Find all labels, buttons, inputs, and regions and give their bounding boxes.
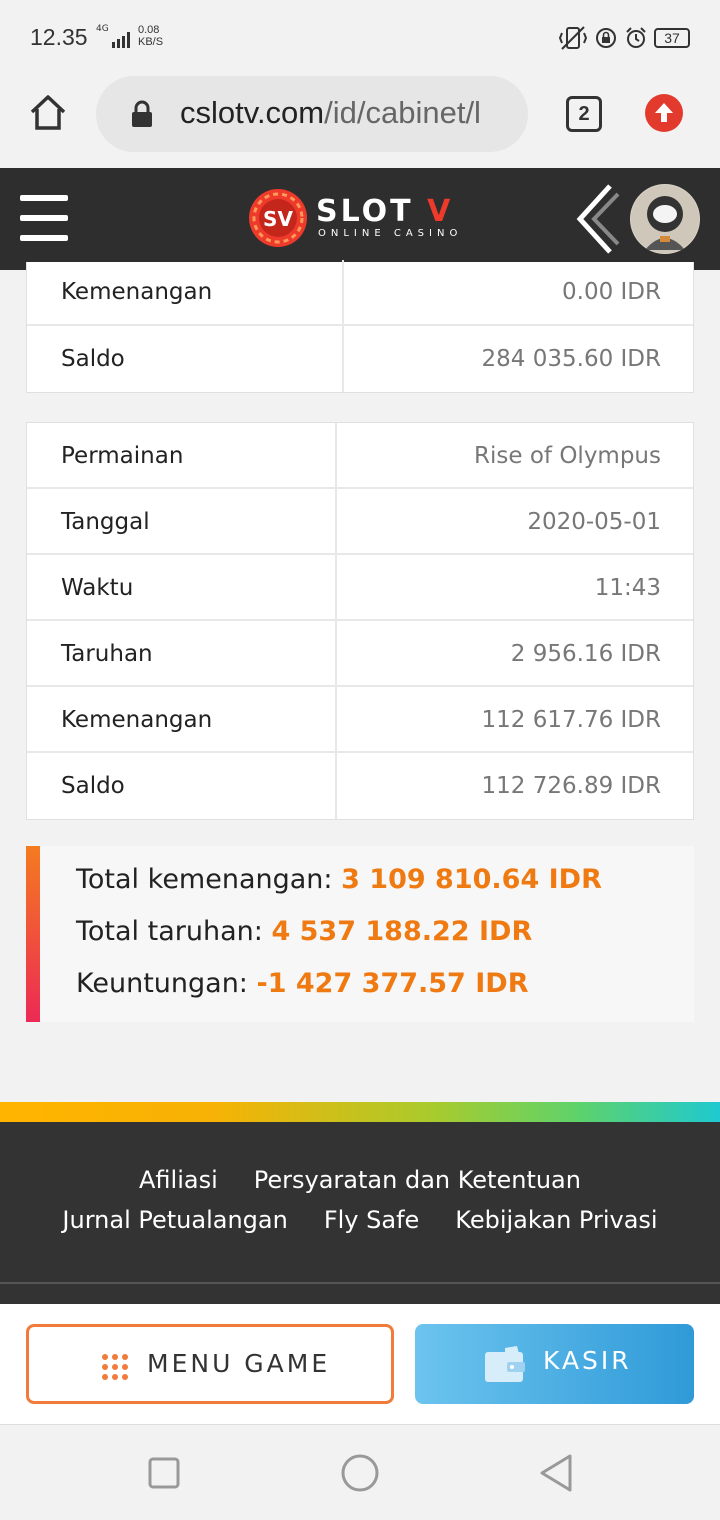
row-value: 2020-05-01 (527, 509, 661, 535)
row-label: Saldo (27, 753, 337, 819)
row-label: Kemenangan (27, 260, 344, 324)
back-icon[interactable] (538, 1453, 574, 1493)
table-row: Saldo 284 035.60 IDR (27, 326, 693, 392)
status-time: 12.35 (30, 24, 88, 50)
astronaut-icon (631, 185, 699, 253)
kasir-label: KASIR (543, 1346, 632, 1375)
url-text: cslotv.com/id/cabinet/l (180, 95, 481, 131)
network-speed: 0.08 KB/S (138, 24, 163, 48)
bottom-action-bar: MENU GAME KASIR (0, 1304, 720, 1424)
row-value: 284 035.60 IDR (481, 346, 661, 372)
alarm-icon (626, 27, 646, 48)
avatar[interactable] (630, 184, 700, 254)
table-row: Saldo 112 726.89 IDR (27, 753, 693, 819)
footer-link-terms[interactable]: Persyaratan dan Ketentuan (254, 1166, 581, 1194)
row-value: Rise of Olympus (474, 443, 661, 469)
logo-main: SLOT (316, 194, 414, 229)
update-button[interactable] (645, 94, 683, 132)
bet-detail-table: Permainan Rise of Olympus Tanggal 2020-0… (26, 422, 694, 820)
row-label: Tanggal (27, 489, 337, 553)
vibrate-icon (558, 26, 588, 50)
row-label: Kemenangan (27, 687, 337, 751)
speed-unit: KB/S (138, 36, 164, 48)
logo-badge-icon: SV (249, 189, 307, 247)
address-bar[interactable]: cslotv.com/id/cabinet/l (96, 76, 528, 152)
row-label: Taruhan (27, 621, 337, 685)
network-type: 4G (96, 24, 109, 34)
system-nav-bar (0, 1424, 720, 1520)
grid-dots-icon (102, 1354, 128, 1380)
status-icons: 37 (558, 24, 690, 52)
recent-apps-icon[interactable] (148, 1457, 180, 1489)
row-value: 112 617.76 IDR (481, 707, 661, 733)
row-label: Saldo (27, 326, 344, 392)
logo-text: SLOT V (316, 194, 453, 229)
table-row: Permainan Rise of Olympus (27, 423, 693, 489)
wallet-icon (485, 1346, 525, 1382)
logo-badge-text: SV (263, 207, 293, 231)
total-bet-value: 4 537 188.22 IDR (271, 916, 533, 947)
total-bet-line: Total taruhan: 4 537 188.22 IDR (76, 916, 532, 947)
footer-link-fly-safe[interactable]: Fly Safe (324, 1206, 419, 1234)
site-footer: Afiliasi Persyaratan dan Ketentuan Jurnal… (0, 1122, 720, 1304)
profit-label: Keuntungan: (76, 968, 248, 999)
profit-value: -1 427 377.57 IDR (256, 968, 529, 999)
app-header: SV SLOT V ONLINE CASINO (0, 168, 720, 270)
row-value: 0.00 IDR (562, 279, 661, 305)
total-win-label: Total kemenangan: (76, 864, 333, 895)
bet-detail-table-previous: Kemenangan 0.00 IDR Saldo 284 035.60 IDR (26, 260, 694, 393)
url-host: cslotv.com (180, 95, 325, 130)
site-logo[interactable]: SV SLOT V ONLINE CASINO (248, 188, 478, 248)
total-bet-label: Total taruhan: (76, 916, 263, 947)
speed-value: 0.08 (138, 24, 160, 36)
menu-game-label: MENU GAME (147, 1349, 331, 1378)
double-chevron-left-icon[interactable] (570, 184, 620, 254)
totals-summary: Total kemenangan: 3 109 810.64 IDR Total… (26, 846, 694, 1022)
row-label: Waktu (27, 555, 337, 619)
battery-icon: 37 (654, 28, 690, 48)
lock-icon (132, 100, 152, 127)
table-row: Kemenangan 112 617.76 IDR (27, 687, 693, 753)
profit-line: Keuntungan: -1 427 377.57 IDR (76, 968, 529, 999)
footer-link-affiliate[interactable]: Afiliasi (139, 1166, 218, 1194)
table-row: Taruhan 2 956.16 IDR (27, 621, 693, 687)
tab-switcher-button[interactable]: 2 (566, 96, 602, 132)
rotation-lock-icon (596, 28, 616, 48)
total-win-line: Total kemenangan: 3 109 810.64 IDR (76, 864, 602, 895)
menu-game-button[interactable]: MENU GAME (26, 1324, 394, 1404)
footer-link-journal[interactable]: Jurnal Petualangan (62, 1206, 287, 1234)
summary-accent-bar (26, 846, 40, 1022)
arrow-up-icon (655, 103, 673, 122)
footer-links-row-1: Afiliasi Persyaratan dan Ketentuan (0, 1166, 720, 1194)
row-value: 2 956.16 IDR (510, 641, 661, 667)
table-row: Kemenangan 0.00 IDR (27, 260, 693, 326)
table-row: Tanggal 2020-05-01 (27, 489, 693, 555)
footer-divider (0, 1282, 720, 1284)
footer-links-row-2: Jurnal Petualangan Fly Safe Kebijakan Priv… (0, 1206, 720, 1234)
home-icon[interactable] (28, 92, 68, 132)
url-path: /id/cabinet/l (324, 95, 481, 130)
logo-subtitle: ONLINE CASINO (318, 228, 463, 239)
footer-link-privacy[interactable]: Kebijakan Privasi (455, 1206, 657, 1234)
menu-icon[interactable] (20, 195, 68, 241)
browser-toolbar: cslotv.com/id/cabinet/l 2 (0, 76, 720, 168)
total-win-value: 3 109 810.64 IDR (341, 864, 602, 895)
row-value: 112 726.89 IDR (481, 773, 661, 799)
status-bar: 12.35 4G 0.08 KB/S 37 (0, 0, 720, 76)
kasir-button[interactable]: KASIR (415, 1324, 694, 1404)
row-label: Permainan (27, 423, 337, 487)
table-row: Waktu 11:43 (27, 555, 693, 621)
home-nav-icon[interactable] (340, 1453, 380, 1493)
logo-v: V (427, 194, 454, 229)
footer-color-stripe (0, 1102, 720, 1122)
row-value: 11:43 (594, 575, 661, 601)
signal-icon (112, 32, 130, 48)
